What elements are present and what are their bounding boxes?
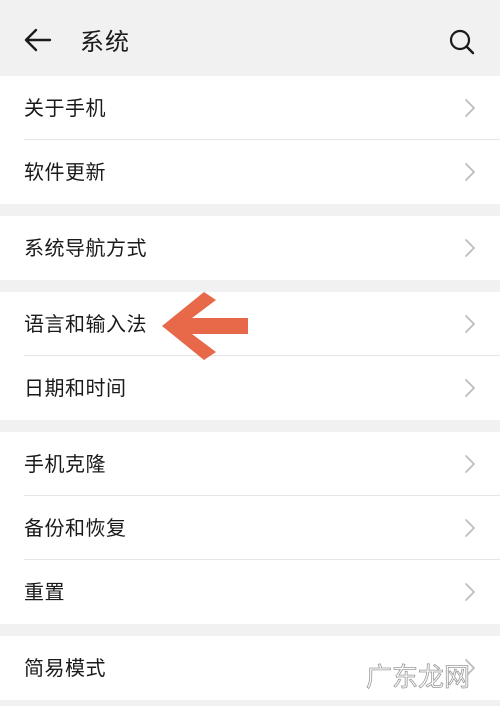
settings-item-label: 系统导航方式 [24, 236, 147, 260]
group-gap [0, 624, 500, 636]
settings-item-label: 重置 [24, 580, 65, 604]
settings-item-label: 软件更新 [24, 160, 106, 184]
chevron-right-icon [465, 239, 475, 257]
settings-item-about-phone[interactable]: 关于手机 [0, 76, 500, 140]
watermark-text: 广东龙网 [366, 663, 470, 693]
back-arrow-icon[interactable] [22, 24, 54, 56]
chevron-right-icon [465, 315, 475, 333]
search-icon[interactable] [448, 28, 476, 56]
settings-item-label: 语言和输入法 [24, 312, 147, 336]
settings-item-phone-clone[interactable]: 手机克隆 [0, 432, 500, 496]
chevron-right-icon [465, 455, 475, 473]
settings-group-language-time: 语言和输入法 日期和时间 [0, 292, 500, 420]
page-title: 系统 [80, 28, 130, 56]
group-gap [0, 204, 500, 216]
settings-item-label: 手机克隆 [24, 452, 106, 476]
settings-item-reset[interactable]: 重置 [0, 560, 500, 624]
settings-item-label: 日期和时间 [24, 376, 127, 400]
chevron-right-icon [465, 583, 475, 601]
chevron-right-icon [465, 379, 475, 397]
annotation-arrow-icon [162, 292, 248, 360]
settings-item-system-navigation[interactable]: 系统导航方式 [0, 216, 500, 280]
settings-item-software-update[interactable]: 软件更新 [0, 140, 500, 204]
settings-group-about: 关于手机 软件更新 [0, 76, 500, 204]
group-gap [0, 280, 500, 292]
watermark: 广东龙网 [366, 663, 471, 694]
settings-item-label: 备份和恢复 [24, 516, 127, 540]
chevron-right-icon [465, 99, 475, 117]
settings-item-backup-restore[interactable]: 备份和恢复 [0, 496, 500, 560]
settings-item-date-time[interactable]: 日期和时间 [0, 356, 500, 420]
settings-group-navigation: 系统导航方式 [0, 216, 500, 280]
settings-item-label: 关于手机 [24, 96, 106, 120]
settings-group-backup: 手机克隆 备份和恢复 重置 [0, 432, 500, 624]
chevron-right-icon [465, 519, 475, 537]
settings-item-language-input[interactable]: 语言和输入法 [0, 292, 500, 356]
settings-item-label: 简易模式 [24, 656, 106, 680]
group-gap [0, 420, 500, 432]
app-bar: 系统 [0, 0, 500, 76]
chevron-right-icon [465, 163, 475, 181]
